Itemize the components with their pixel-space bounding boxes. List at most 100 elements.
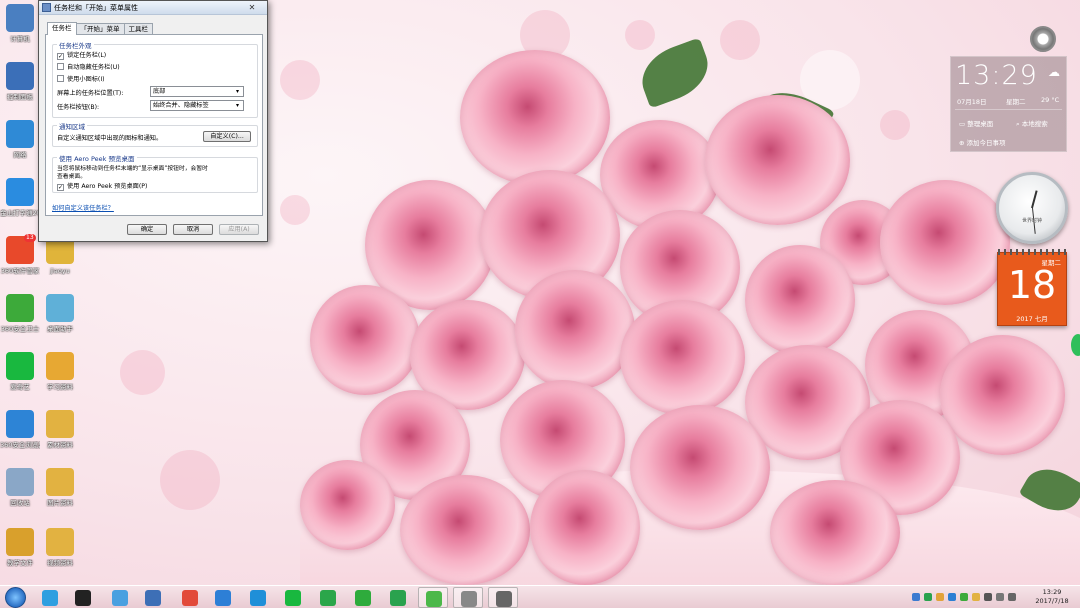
desktop-icon[interactable]: 360安全浏览器 — [0, 410, 40, 466]
taskbar-app-window[interactable] — [488, 587, 518, 608]
start-button[interactable] — [3, 586, 29, 608]
desktop-icon[interactable]: 网络 — [0, 120, 40, 176]
small-icons-checkbox[interactable] — [57, 75, 64, 82]
volume-icon[interactable] — [1008, 593, 1016, 601]
local-search-link[interactable]: ⌕ 本地搜索 — [1016, 118, 1048, 129]
app-icon — [46, 468, 74, 496]
cancel-button[interactable]: 取消 — [173, 224, 213, 235]
buttons-select[interactable]: 始终合并、隐藏标签 ▾ — [150, 100, 244, 111]
weather-clock-gadget[interactable]: 13:29 ☁ 07月18日 星期二 29 °C ▭ 整理桌面 ⌕ 本地搜索 ⊕… — [950, 56, 1067, 152]
gadget-orb-icon[interactable] — [1030, 26, 1056, 52]
desktop-icon[interactable]: 爱奇艺 — [0, 352, 40, 408]
desktop-icon[interactable]: 回收站 — [0, 468, 40, 524]
iqiyi-icon — [285, 590, 301, 606]
small-icons-row[interactable]: 使用小图标(I) — [57, 74, 105, 83]
position-select[interactable]: 底部 ▾ — [150, 86, 244, 97]
autohide-checkbox[interactable] — [57, 63, 64, 70]
taskbar: 13:29 2017/7/18 — [0, 585, 1080, 608]
autohide-row[interactable]: 自动隐藏任务栏(U) — [57, 62, 120, 71]
taskbar-app-iqiyi[interactable] — [278, 587, 308, 608]
position-label: 屏幕上的任务栏位置(T): — [57, 90, 124, 97]
calendar-day: 18 — [1007, 263, 1057, 307]
desktop-icon[interactable]: 图片资料 — [40, 468, 80, 524]
taskbar-app-s-app[interactable] — [348, 587, 378, 608]
desktop-icon-label: 爱奇艺 — [10, 383, 30, 391]
tab-taskbar[interactable]: 任务栏 — [47, 22, 77, 35]
position-select-value: 底部 — [153, 88, 166, 95]
window-icon — [496, 591, 512, 607]
desktop-icon[interactable]: jiaoyu — [40, 236, 80, 292]
doc-icon — [461, 591, 477, 607]
desktop-icon[interactable]: 桌面助手 — [40, 294, 80, 350]
app-icon — [6, 178, 34, 206]
network-icon[interactable] — [984, 593, 992, 601]
aero-peek-row[interactable]: ✓ 使用 Aero Peek 预览桌面(P) — [57, 181, 147, 191]
tray-icon[interactable] — [948, 593, 956, 601]
gadget-time: 13:29 — [955, 60, 1038, 91]
buttons-label: 任务栏按钮(B): — [57, 104, 100, 111]
desktop-icon[interactable]: 金山打字通2016 — [0, 178, 40, 234]
taskbar-app-360[interactable] — [105, 587, 135, 608]
app-icon — [6, 120, 34, 148]
appearance-group-title: 任务栏外观 — [57, 40, 94, 50]
taskbar-app-doc[interactable] — [453, 587, 483, 608]
g-app-icon — [215, 590, 231, 606]
ok-button[interactable]: 确定 — [127, 224, 167, 235]
taskbar-app-r-app[interactable] — [68, 587, 98, 608]
taskbar-app-g-app[interactable] — [208, 587, 238, 608]
small-icons-label: 使用小图标(I) — [67, 76, 105, 83]
lock-taskbar-label: 锁定任务栏(L) — [67, 52, 107, 59]
tray-icon[interactable] — [936, 593, 944, 601]
clock-brand: 世界时钟 — [1021, 218, 1042, 224]
desktop-icon-label: 金山打字通2016 — [0, 209, 40, 217]
desktop-icon[interactable]: 学习资料 — [40, 352, 80, 408]
app-icon — [46, 528, 74, 556]
tray-icon[interactable] — [924, 593, 932, 601]
aero-peek-label: 使用 Aero Peek 预览桌面(P) — [67, 183, 148, 190]
analog-clock-gadget[interactable]: 世界时钟 — [996, 172, 1068, 244]
app-icon — [6, 468, 34, 496]
taskbar-app-ie[interactable] — [35, 587, 65, 608]
desktop-icon[interactable]: 素材资料 — [40, 410, 80, 466]
apply-button[interactable]: 应用(A) — [219, 224, 259, 235]
app-icon — [46, 294, 74, 322]
desktop-icon[interactable]: 360软件管家 13 — [0, 234, 40, 292]
desktop-icon-label: 视频资料 — [47, 559, 73, 567]
close-icon[interactable]: ✕ — [239, 2, 265, 13]
desktop-icon[interactable]: 教学文件 — [0, 528, 40, 584]
lock-taskbar-checkbox[interactable]: ✓ — [57, 53, 64, 60]
desktop-icon[interactable]: 控制面板 — [0, 62, 40, 118]
tray-icon[interactable] — [972, 593, 980, 601]
desktop-icon[interactable]: 视频资料 — [40, 528, 80, 584]
tray-icon[interactable] — [960, 593, 968, 601]
calendar-gadget[interactable]: 星期二 18 2017 七月 — [997, 249, 1067, 326]
taskbar-app-nav[interactable] — [313, 587, 343, 608]
add-today-item-link[interactable]: ⊕ 添加今日事项 — [959, 137, 1006, 147]
dialog-titlebar[interactable]: 任务栏和「开始」菜单属性 ✕ — [39, 1, 267, 15]
taskbar-app-browser[interactable] — [175, 587, 205, 608]
lock-taskbar-row[interactable]: ✓ 锁定任务栏(L) — [57, 50, 106, 60]
flag-icon[interactable] — [996, 593, 1004, 601]
taskbar-app-eyes[interactable] — [138, 587, 168, 608]
app-icon — [46, 352, 74, 380]
add-today-item-label: 添加今日事项 — [966, 139, 1006, 147]
help-link[interactable]: 如何自定义该任务栏？ — [52, 203, 114, 212]
taskbar-app-k-app[interactable] — [243, 587, 273, 608]
tray-icon[interactable] — [912, 593, 920, 601]
side-gadget-tab-icon[interactable] — [1071, 334, 1080, 356]
desktop-icon[interactable]: 360安全卫士 — [0, 294, 40, 350]
taskbar-properties-dialog: 任务栏和「开始」菜单属性 ✕ 任务栏 「开始」菜单 工具栏 任务栏外观 ✓ 锁定任… — [38, 0, 268, 242]
nav-icon — [320, 590, 336, 606]
organize-desktop-link[interactable]: ▭ 整理桌面 — [959, 118, 993, 128]
k-app-icon — [250, 590, 266, 606]
desktop-icon[interactable]: 计算机 — [0, 4, 40, 60]
customize-button[interactable]: 自定义(C)... — [203, 131, 251, 142]
buttons-select-value: 始终合并、隐藏标签 — [153, 102, 209, 109]
aero-peek-checkbox[interactable]: ✓ — [57, 184, 64, 191]
app-icon — [6, 4, 34, 32]
taskbar-clock[interactable]: 13:29 2017/7/18 — [1030, 588, 1074, 606]
wps-icon — [390, 590, 406, 606]
s-app-icon — [355, 590, 371, 606]
taskbar-app-clover[interactable] — [418, 587, 448, 608]
taskbar-app-wps[interactable] — [383, 587, 413, 608]
